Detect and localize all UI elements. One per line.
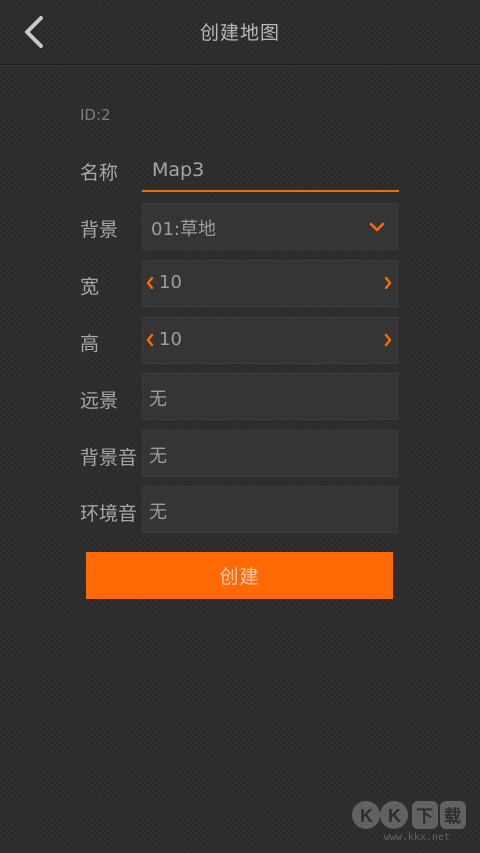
height-increase-icon[interactable] xyxy=(381,330,395,350)
ambient-sound-label: 环境音 xyxy=(80,503,138,525)
ambient-sound-select[interactable]: 无 xyxy=(142,486,398,533)
svg-text:载: 载 xyxy=(444,806,461,827)
watermark-url: www.kkx.net xyxy=(383,832,450,843)
kkx-watermark-logo: K K 下 载 www.kkx.net xyxy=(350,797,468,843)
map-id-label: ID:2 xyxy=(80,106,111,124)
distant-view-select[interactable]: 无 xyxy=(142,373,398,420)
bgm-label: 背景音 xyxy=(80,447,138,469)
svg-text:K: K xyxy=(388,806,401,826)
bgm-value: 无 xyxy=(149,446,167,467)
name-input[interactable] xyxy=(152,154,382,186)
create-button[interactable]: 创建 xyxy=(86,552,393,599)
width-increase-icon[interactable] xyxy=(381,273,395,293)
width-stepper[interactable]: 10 xyxy=(142,260,398,307)
background-select[interactable]: 01:草地 xyxy=(142,203,398,250)
background-value: 01:草地 xyxy=(151,219,216,240)
width-label: 宽 xyxy=(80,276,100,298)
name-field[interactable] xyxy=(142,150,399,192)
svg-text:K: K xyxy=(360,806,373,826)
page-title: 创建地图 xyxy=(199,22,280,44)
width-decrease-icon[interactable] xyxy=(143,273,157,293)
svg-text:下: 下 xyxy=(416,807,433,827)
distant-view-label: 远景 xyxy=(80,390,119,412)
background-label: 背景 xyxy=(80,219,119,241)
height-decrease-icon[interactable] xyxy=(143,330,157,350)
bgm-select[interactable]: 无 xyxy=(142,430,398,477)
width-value: 10 xyxy=(159,272,182,293)
create-map-screen: 创建地图 ID:2 名称 背景 01:草地 宽 10 高 xyxy=(0,0,480,853)
height-stepper[interactable]: 10 xyxy=(142,317,398,364)
chevron-down-icon[interactable] xyxy=(367,218,387,236)
distant-view-value: 无 xyxy=(149,389,167,410)
name-label: 名称 xyxy=(80,162,119,184)
height-value: 10 xyxy=(159,329,182,350)
height-label: 高 xyxy=(80,333,100,355)
app-header: 创建地图 xyxy=(0,0,480,65)
ambient-sound-value: 无 xyxy=(149,502,167,523)
